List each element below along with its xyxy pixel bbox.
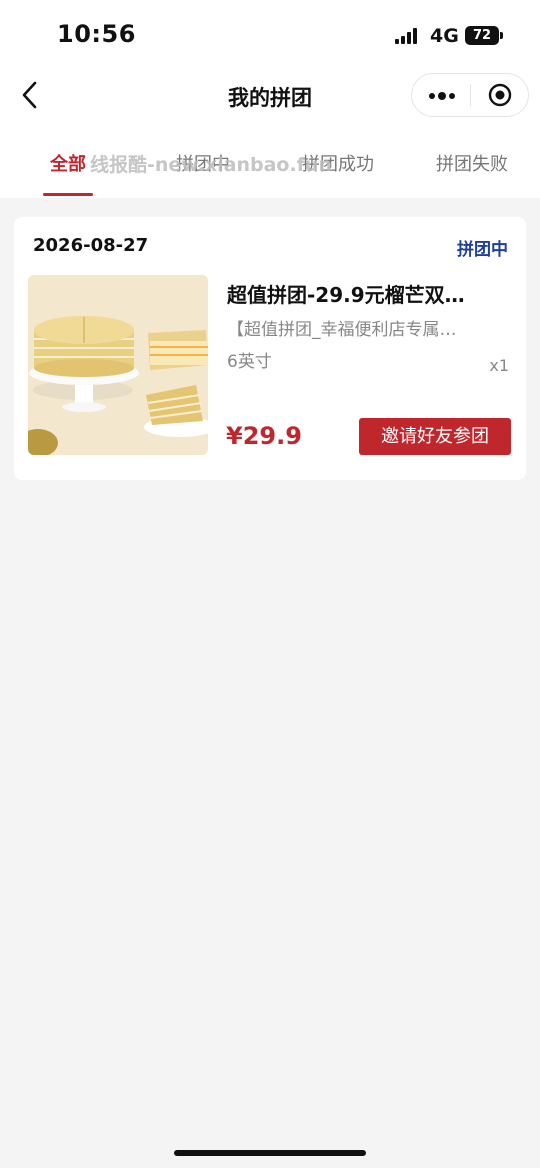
home-indicator[interactable] [174,1150,366,1156]
product-description: 【超值拼团_幸福便利店专属… [227,320,457,340]
order-card[interactable]: 2026-08-27 拼团中 超值拼团-29.9元榴芒双… 【超值拼团_幸福便利… [14,217,526,480]
status-bar: 10:56 4G 72 [0,0,540,70]
product-title[interactable]: 超值拼团-29.9元榴芒双… [227,279,497,308]
more-icon[interactable] [428,88,456,102]
mini-program-capsule [411,73,529,117]
battery-tip [500,32,503,39]
network-type: 4G [430,25,459,47]
invite-friends-button[interactable]: 邀请好友参团 [359,418,511,455]
product-quantity: x1 [489,356,509,375]
product-spec: 6英寸 [227,352,272,372]
product-price: ¥29.9 [226,422,302,450]
signal-icon [395,28,421,44]
target-icon[interactable] [488,83,512,107]
order-status-badge: 拼团中 [457,240,508,260]
order-date: 2026-08-27 [33,235,149,256]
status-time: 10:56 [57,20,136,48]
product-image[interactable] [28,275,208,455]
tab-active-indicator [43,193,93,196]
battery-icon: 72 [465,26,499,45]
capsule-divider [470,84,471,106]
tab-failed[interactable]: 拼团失败 [436,150,508,176]
watermark-text: 线报酷-new.xianbao.fun [90,154,332,176]
tab-all[interactable]: 全部 [50,150,86,176]
